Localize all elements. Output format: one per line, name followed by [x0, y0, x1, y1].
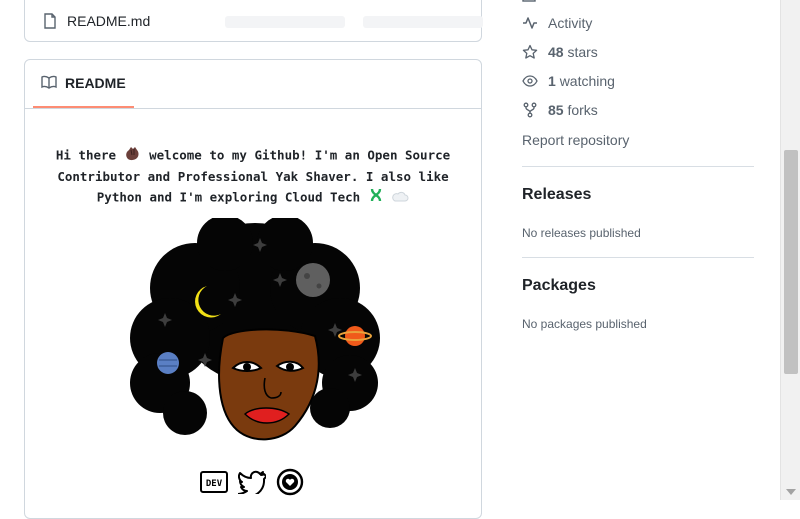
intro-line-2: Contributor and Professional Yak Shaver.… [57, 169, 449, 184]
dna-icon [368, 187, 384, 209]
watching-label: watching [559, 73, 615, 89]
cloud-icon [391, 188, 409, 208]
file-list-box: README.md [24, 0, 483, 42]
avatar-illustration [125, 215, 385, 458]
packages-title[interactable]: Packages [522, 277, 596, 295]
commit-message-placeholder [225, 16, 345, 28]
book-icon [41, 75, 57, 92]
twitter-icon[interactable] [237, 470, 267, 499]
stars-count: 48 [548, 44, 564, 60]
readme-intro: Hi there welcome to my Github! I'm an Op… [25, 145, 481, 209]
packages-note: No packages published [522, 317, 647, 331]
readme-tab-label: README [65, 75, 126, 91]
sponsor-heart-icon[interactable] [276, 468, 304, 501]
sidebar-item-watching[interactable]: 1 watching [522, 73, 615, 89]
sidebar-item-forks[interactable]: 85 forks [522, 102, 598, 118]
social-links: DEV [200, 468, 304, 501]
waving-hand-icon [124, 145, 142, 167]
activity-label: Activity [548, 15, 593, 31]
sidebar-divider [522, 166, 754, 167]
releases-title[interactable]: Releases [522, 186, 591, 204]
sidebar-divider [522, 257, 754, 258]
star-icon [522, 44, 538, 60]
sidebar-item-stars[interactable]: 48 stars [522, 44, 598, 60]
fork-icon [522, 102, 538, 118]
forks-count: 85 [548, 102, 564, 118]
stars-label: stars [567, 44, 598, 60]
intro-line-3: Python and I'm exploring Cloud Tech [96, 189, 361, 205]
tab-readme[interactable]: README [33, 60, 134, 108]
dev-badge-icon[interactable]: DEV [200, 471, 228, 498]
pulse-icon [522, 15, 538, 31]
watching-count: 1 [548, 73, 556, 89]
sidebar-item-activity[interactable]: Activity [522, 15, 592, 31]
readme-panel: README Hi there welcome to my Github! I'… [24, 59, 482, 519]
eye-icon [522, 73, 538, 89]
page-scrollbar[interactable] [780, 0, 800, 500]
report-repository-link[interactable]: Report repository [522, 132, 629, 148]
scrollbar-thumb[interactable] [784, 150, 798, 374]
file-icon [43, 13, 57, 29]
sidebar-item-partial [522, 0, 538, 3]
forks-label: forks [567, 102, 598, 118]
dev-badge-text: DEV [206, 479, 223, 489]
intro-line-1a: Hi there [55, 147, 117, 163]
file-row-readme[interactable]: README.md [43, 13, 150, 29]
releases-note: No releases published [522, 226, 641, 240]
commit-date-placeholder [363, 16, 483, 28]
scroll-down-arrow-icon[interactable] [786, 489, 796, 495]
intro-line-1b: welcome to my Github! I'm an Open Source [149, 147, 451, 163]
file-name[interactable]: README.md [67, 13, 150, 29]
readme-header: README [25, 60, 481, 109]
